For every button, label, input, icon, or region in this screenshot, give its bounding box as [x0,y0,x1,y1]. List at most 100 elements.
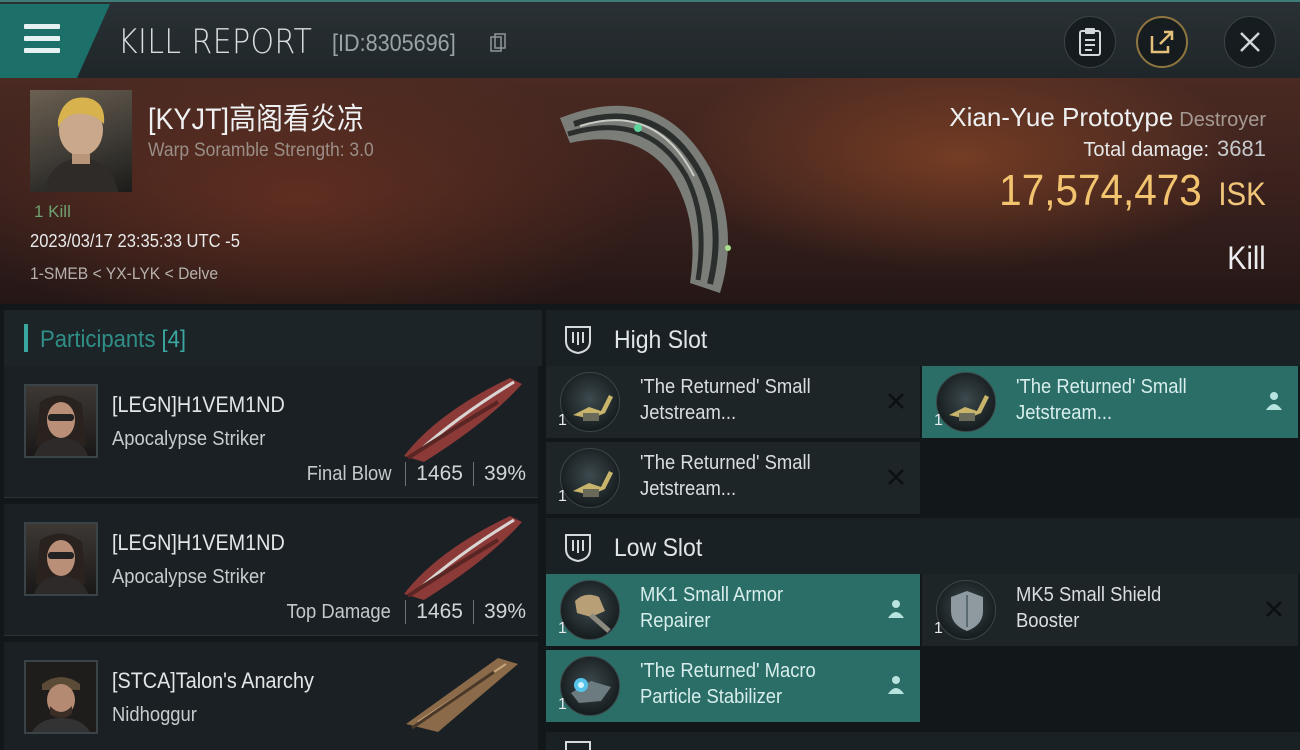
participant-name: [STCA]Talon's Anarchy [112,668,314,693]
participant-ship-image [406,658,518,732]
participant-row[interactable]: [LEGN]H1VEM1ND Apocalypse Striker Top Da… [4,504,538,636]
share-button[interactable] [1136,16,1188,68]
module-icon [936,580,996,640]
participant-tag: Top Damage [286,600,391,623]
isk-unit: ISK [1218,176,1266,212]
avatar [24,522,98,596]
module-name: 'The Returned' Small Jetstream... [640,374,861,426]
divider [405,462,407,486]
participants-panel: Participants [4] [LEGN]H1VEM1ND Apocalyp… [0,304,542,750]
kill-count: 1 Kill [34,202,71,221]
destroyed-x-icon [888,469,904,485]
module-name-line2: Jetstream... [1016,402,1113,424]
low-slot-label: Low Slot [614,534,703,562]
module-name: 'The Returned' Small Jetstream... [1016,374,1237,426]
high-slot-label: High Slot [614,326,708,354]
dropped-person-icon [1266,392,1282,410]
victim-panel: [KYJT]高阁看炎凉 Warp Soramble Strength: 3.0 … [0,78,1300,304]
victim-ship-image [560,105,731,293]
module-name-line1: 'The Returned' Small [640,452,811,474]
module-icon [560,372,620,432]
shield-booster-icon [951,591,983,631]
isk-value: 17,574,473 ISK [999,166,1266,216]
module-icon [936,372,996,432]
module-icon [560,656,620,716]
report-id: [ID:8305696] [332,30,456,57]
participant-row[interactable]: i [STCA]Talon's Anarchy Nidhoggur [4,642,538,750]
low-slot-header: Low Slot [546,518,1300,574]
pilot-portrait-icon [26,662,96,732]
module-name: 'The Returned' Macro Particle Stabilizer [640,658,861,710]
participants-header: Participants [4] [4,310,542,366]
participant-damage: 1465 [416,600,463,623]
dropped-person-icon [888,600,904,618]
module-quantity: 1 [558,620,567,637]
module-name-line1: MK5 Small Shield [1016,584,1162,606]
isk-amount: 17,574,473 [999,166,1202,215]
divider [405,600,407,624]
kill-location[interactable]: 1-SMEB < YX-LYK < Delve [30,264,218,284]
total-damage: Total damage: 3681 [1083,136,1266,162]
header-accent-bar [24,324,28,352]
victim-name[interactable]: [KYJT]高阁看炎凉 [148,94,364,138]
clipboard-button[interactable] [1064,16,1116,68]
module-name: MK1 Small Armor Repairer [640,582,861,634]
title-bar: KILL REPORT [ID:8305696] [0,0,1300,78]
module-quantity: 1 [934,412,943,429]
module-quantity: 1 [934,620,943,637]
module-name-line2: Jetstream... [640,478,737,500]
participant-ship: Nidhoggur [112,704,197,726]
participant-percent: 39% [483,462,526,485]
module-item[interactable]: 1 MK5 Small Shield Booster [922,574,1298,646]
module-name: MK5 Small Shield Booster [1016,582,1237,634]
pilot-portrait-icon [34,395,88,456]
module-name: 'The Returned' Small Jetstream... [640,450,861,502]
close-button[interactable] [1224,16,1276,68]
high-slot-header: High Slot [546,310,1300,366]
module-name-line2: Jetstream... [640,402,737,424]
module-item[interactable]: 1 'The Returned' Small Jetstream... [922,366,1298,438]
divider [472,600,474,624]
module-item[interactable]: 1 'The Returned' Small Jetstream... [546,366,920,438]
victim-ship[interactable]: Xian-Yue Prototype Destroyer [949,102,1266,133]
participant-tag: Final Blow [306,462,392,485]
module-item[interactable]: 1 'The Returned' Small Jetstream... [546,442,920,514]
copy-icon[interactable] [490,33,506,53]
avatar: i [24,660,98,734]
total-damage-label: Total damage: [1083,139,1210,161]
module-name-line1: 'The Returned' Small [640,376,811,398]
ship-name: Xian-Yue Prototype [949,102,1174,132]
slot-icon [565,534,591,563]
divider [472,462,474,486]
module-name-line1: 'The Returned' Small [1016,376,1187,398]
participant-percent: 39% [483,600,526,623]
slot-icon [565,326,591,355]
close-icon [1240,32,1260,52]
participant-name: [LEGN]H1VEM1ND [112,392,285,417]
turret-icon [949,395,989,421]
module-name-line2: Particle Stabilizer [640,686,783,708]
menu-tab[interactable] [0,4,110,78]
module-quantity: 1 [558,412,567,429]
ship-class: Destroyer [1179,109,1266,131]
participants-title: Participants [4] [40,326,186,354]
participants-count: [4] [161,326,187,353]
module-item[interactable]: 1 'The Returned' Macro Particle Stabiliz… [546,650,920,722]
participant-ship-image [404,516,522,600]
participant-row[interactable]: [LEGN]H1VEM1ND Apocalypse Striker Final … [4,366,538,498]
destroyed-x-icon [1266,601,1282,617]
participant-ship: Apocalypse Striker [112,428,266,450]
armor-repairer-icon [575,594,611,633]
participant-ship-image [404,378,522,462]
module-item[interactable]: 1 MK1 Small Armor Repairer [546,574,920,646]
participant-name: [LEGN]H1VEM1ND [112,530,285,555]
fitting-panel: High Slot 1 'The Returned' Small Jetstre… [542,304,1300,750]
turret-icon [573,395,613,421]
page-title: KILL REPORT [118,22,313,62]
menu-icon[interactable] [24,24,60,54]
participant-stats: Top Damage 1465 39% [282,600,526,624]
stabilizer-icon [571,678,611,703]
dropped-person-icon [888,676,904,694]
victim-avatar[interactable] [30,90,132,192]
clipboard-icon [1079,28,1101,56]
